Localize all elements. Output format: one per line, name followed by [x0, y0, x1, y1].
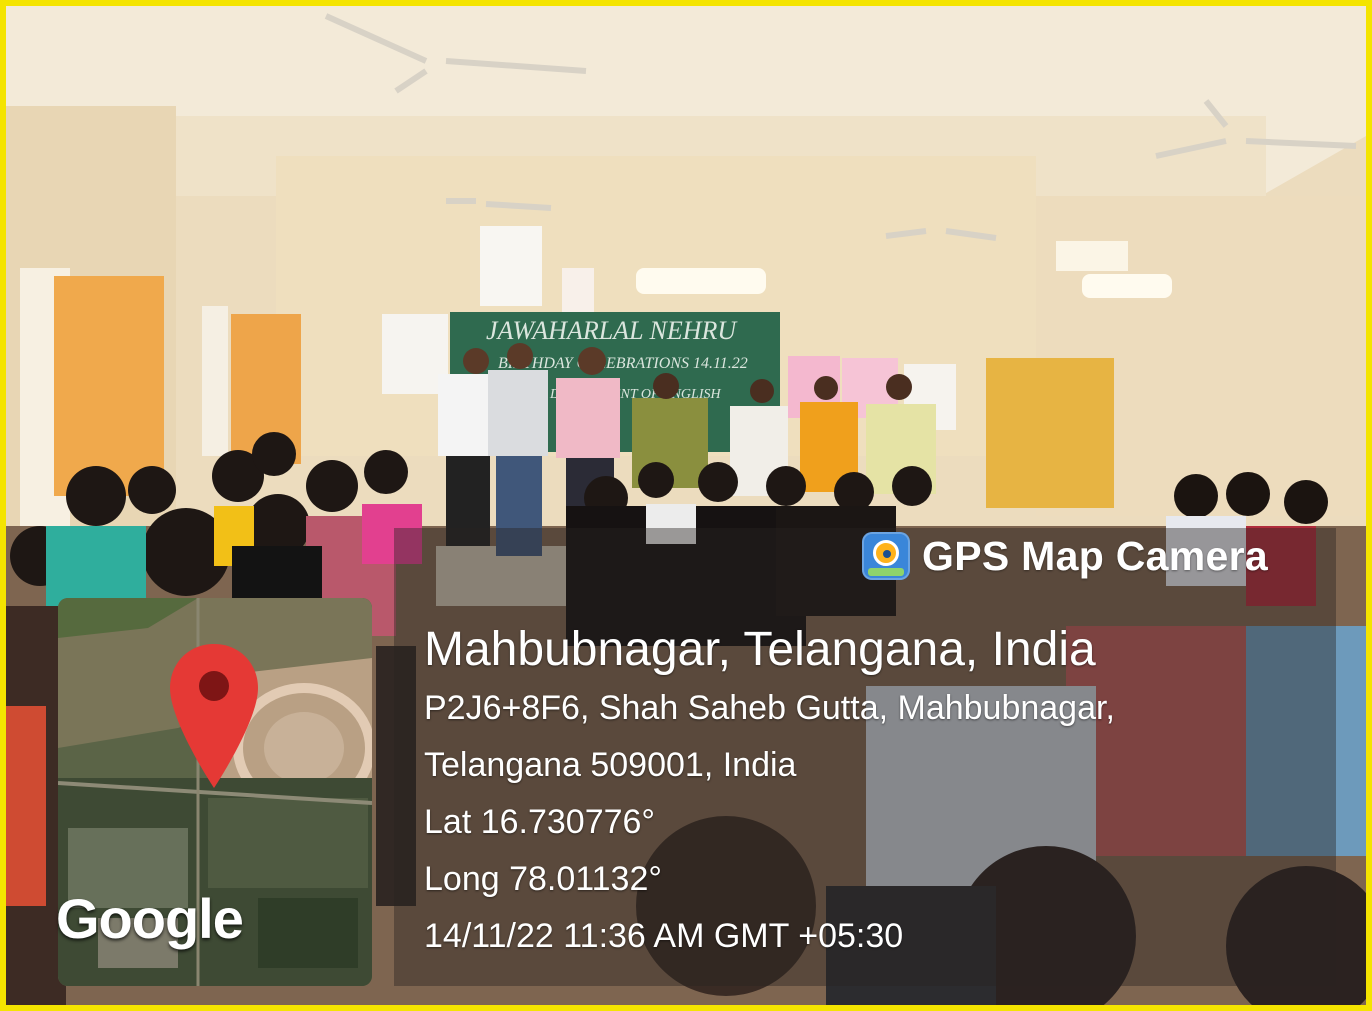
latitude: Lat 16.730776°	[424, 803, 656, 841]
brand-name: GPS Map Camera	[922, 532, 1268, 579]
location-info: Mahbubnagar, Telangana, India P2J6+8F6, …	[424, 620, 1115, 965]
svg-text:BIRTHDAY CELEBRATIONS 14.11.22: BIRTHDAY CELEBRATIONS 14.11.22	[498, 355, 748, 372]
address-line-1: P2J6+8F6, Shah Saheb Gutta, Mahbubnagar,	[424, 689, 1115, 727]
location-title: Mahbubnagar, Telangana, India	[424, 623, 1096, 676]
map-camera-icon	[862, 532, 910, 580]
timestamp: 14/11/22 11:36 AM GMT +05:30	[424, 917, 904, 955]
address-line-2: Telangana 509001, India	[424, 746, 797, 784]
blackboard-heading: JAWAHARLAL NEHRU	[486, 316, 738, 345]
google-logo: Google	[56, 887, 244, 950]
map-pin-icon	[170, 644, 258, 788]
brand-header: GPS Map Camera	[862, 532, 1268, 580]
longitude: Long 78.01132°	[424, 860, 662, 898]
